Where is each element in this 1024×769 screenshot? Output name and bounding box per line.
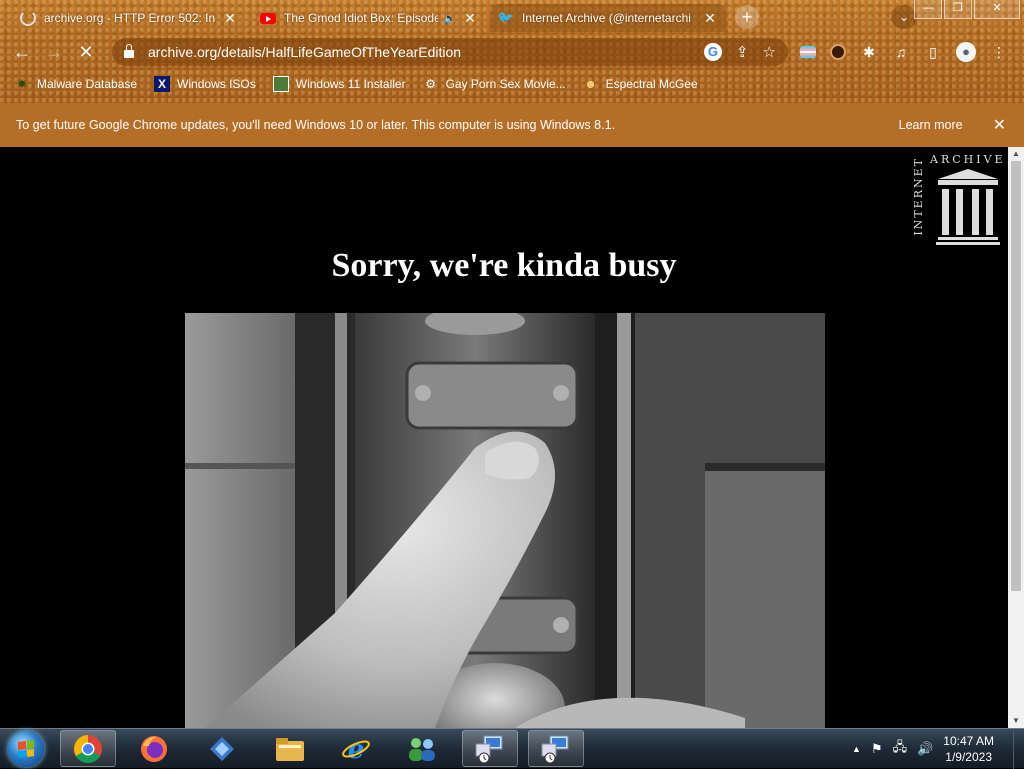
taskbar-file-explorer[interactable]: [262, 730, 318, 767]
window-controls: — ❐ ✕: [914, 0, 1020, 19]
infobar-message: To get future Google Chrome updates, you…: [16, 118, 615, 132]
logo-word-archive: ARCHIVE: [930, 153, 1006, 166]
bookmarks-bar: ✸ Malware Database X Windows ISOs Window…: [0, 70, 1024, 98]
close-icon[interactable]: ✕: [222, 10, 238, 27]
chrome-icon: [74, 734, 102, 763]
page-scrollbar[interactable]: ▲ ▼: [1008, 147, 1024, 728]
clock[interactable]: 10:47 AM 1/9/2023: [943, 733, 994, 765]
svg-text:e: e: [348, 735, 365, 764]
tab-archive-error[interactable]: archive.org - HTTP Error 502: In ✕: [12, 4, 246, 32]
loading-spinner-icon: [20, 10, 36, 26]
scroll-down-arrow-icon[interactable]: ▼: [1008, 714, 1024, 728]
volume-icon[interactable]: 🔊: [917, 741, 933, 757]
action-center-flag-icon[interactable]: ⚑: [871, 741, 883, 757]
bookmark-label: Malware Database: [37, 77, 138, 91]
extensions-area: ✱ ♫ ▯ ● ⋮: [800, 42, 1008, 62]
tab-title: Internet Archive (@internetarchi: [522, 11, 691, 25]
bookmark-malware-database[interactable]: ✸ Malware Database: [14, 76, 137, 92]
taskbar-chrome[interactable]: [60, 730, 116, 767]
stop-loading-button[interactable]: ✕: [74, 40, 98, 64]
media-control-icon[interactable]: ♫: [892, 43, 910, 61]
bookmark-label: Windows 11 Installer: [295, 77, 406, 91]
show-desktop-button[interactable]: [1013, 729, 1024, 769]
taskbar-vscode[interactable]: [194, 730, 250, 767]
archive-building-icon: [936, 169, 1000, 245]
window-close-button[interactable]: ✕: [974, 0, 1020, 19]
back-button[interactable]: ←: [10, 40, 34, 64]
folder-icon: [276, 737, 304, 761]
bookmark-espectral-mcgee[interactable]: ☻ Espectral McGee: [583, 76, 698, 92]
show-hidden-icons-chevron-icon[interactable]: ▲: [852, 744, 861, 754]
taskbar-network-connection-1[interactable]: [462, 730, 518, 767]
puzzle-extensions-icon[interactable]: ✱: [860, 43, 878, 61]
side-panel-icon[interactable]: ▯: [924, 43, 942, 61]
start-button[interactable]: [8, 731, 44, 767]
close-icon[interactable]: ✕: [702, 10, 718, 27]
youtube-icon: [260, 10, 276, 26]
image-icon: [272, 76, 289, 92]
network-icon[interactable]: 🖧: [893, 738, 908, 760]
system-tray: ▲ ⚑ 🖧 🔊 10:47 AM 1/9/2023: [852, 729, 1014, 769]
page-title: Sorry, we're kinda busy: [331, 247, 677, 284]
avatar-extension-icon[interactable]: [830, 44, 846, 60]
trans-flag-extension-icon[interactable]: [800, 46, 816, 58]
close-icon[interactable]: ✕: [462, 10, 478, 27]
minimize-button[interactable]: —: [914, 0, 942, 19]
bookmark-star-icon[interactable]: ☆: [763, 43, 776, 61]
menu-kebab-icon[interactable]: ⋮: [990, 43, 1008, 61]
bookmark-gay-porn-sex-movie[interactable]: ⚙ Gay Porn Sex Movie...: [423, 76, 566, 92]
browser-frame: archive.org - HTTP Error 502: In ✕ The G…: [0, 0, 1024, 103]
tab-gmod-idiot-box[interactable]: The Gmod Idiot Box: Episode 🔈 ✕: [252, 4, 486, 32]
clock-date: 1/9/2023: [945, 750, 992, 764]
face-icon: ☻: [584, 77, 597, 91]
firefox-icon: [141, 735, 167, 762]
virus-icon: ✸: [16, 77, 28, 91]
tab-title: archive.org - HTTP Error 502: In: [44, 11, 216, 25]
lock-icon[interactable]: [124, 44, 134, 58]
windows-taskbar: e ▲ ⚑ 🖧 🔊 10:47 AM 1/9/2023: [0, 728, 1024, 769]
people-icon: [409, 737, 435, 761]
scroll-up-arrow-icon[interactable]: ▲: [1008, 147, 1024, 161]
clock-time: 10:47 AM: [943, 734, 994, 748]
tab-internet-archive-twitter[interactable]: 🐦 Internet Archive (@internetarchi ✕: [490, 4, 726, 32]
taskbar-internet-explorer[interactable]: e: [328, 730, 384, 767]
page-content: INTERNET ARCHIVE Sorry, we're kinda busy: [0, 147, 1008, 728]
bookmark-windows-isos[interactable]: X Windows ISOs: [154, 76, 256, 92]
x-icon: X: [154, 76, 171, 92]
bookmark-label: Gay Porn Sex Movie...: [445, 77, 566, 91]
learn-more-link[interactable]: Learn more: [899, 118, 963, 132]
url-text[interactable]: archive.org/details/HalfLifeGameOfTheYea…: [148, 44, 704, 60]
internet-explorer-icon: e: [342, 735, 370, 764]
profile-avatar-icon[interactable]: ●: [956, 42, 976, 62]
tab-strip: archive.org - HTTP Error 502: In ✕ The G…: [0, 0, 1024, 34]
network-computer-icon: [541, 735, 569, 763]
scrollbar-thumb[interactable]: [1011, 161, 1021, 591]
taskbar-people[interactable]: [394, 730, 450, 767]
new-tab-button[interactable]: +: [735, 5, 759, 29]
google-lens-icon[interactable]: G: [703, 43, 722, 61]
speaker-icon[interactable]: 🔈: [442, 12, 458, 25]
internet-archive-logo[interactable]: INTERNET ARCHIVE: [912, 153, 1008, 245]
taskbar-firefox[interactable]: [126, 730, 182, 767]
bookmark-label: Espectral McGee: [605, 77, 698, 91]
network-computer-icon: [475, 735, 503, 763]
share-icon[interactable]: ⇪: [736, 43, 749, 61]
forward-button[interactable]: →: [42, 40, 66, 64]
taskbar-network-connection-2[interactable]: [528, 730, 584, 767]
update-infobar: To get future Google Chrome updates, you…: [0, 103, 1024, 147]
bookmark-label: Windows ISOs: [177, 77, 256, 91]
finger-pressing-button-image: [185, 313, 825, 728]
logo-word-internet: INTERNET: [912, 157, 925, 236]
address-bar[interactable]: archive.org/details/HalfLifeGameOfTheYea…: [112, 38, 788, 66]
tab-title: The Gmod Idiot Box: Episode: [284, 11, 438, 25]
restore-button[interactable]: ❐: [944, 0, 972, 19]
gear-icon: ⚙: [425, 77, 436, 91]
close-icon[interactable]: ✕: [993, 115, 1006, 135]
twitter-icon: 🐦: [497, 10, 515, 25]
windows-logo-icon: [18, 740, 34, 758]
browser-toolbar: ← → ✕ archive.org/details/HalfLifeGameOf…: [0, 34, 1024, 70]
bookmark-windows-11-installer[interactable]: Windows 11 Installer: [272, 76, 406, 92]
vscode-icon: [210, 736, 234, 761]
